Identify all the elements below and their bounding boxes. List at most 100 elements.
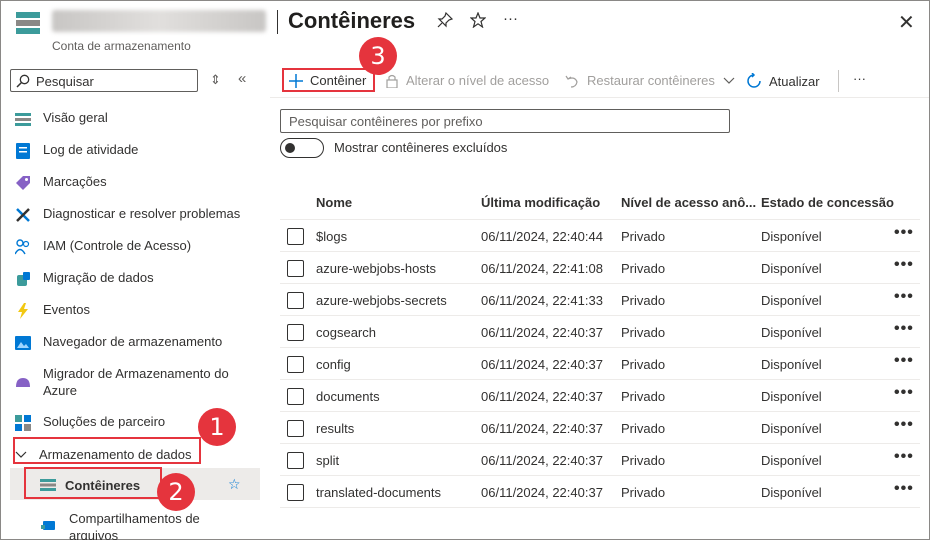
row-more-button[interactable]: ••• [894,256,914,274]
pin-icon[interactable] [437,11,454,32]
header-divider [277,10,278,34]
column-header-access-level[interactable]: Nível de acesso anô... [621,195,756,210]
row-more-button[interactable]: ••• [894,384,914,402]
column-header-last-modified[interactable]: Última modificação [481,195,600,210]
row-checkbox[interactable] [287,228,304,245]
favorite-star-icon[interactable]: ☆ [228,476,241,493]
row-checkbox[interactable] [287,356,304,373]
sidebar-item-activity-log[interactable]: Log de atividade [10,141,260,160]
sidebar-item-data-migration[interactable]: Migração de dados [10,269,260,288]
refresh-button[interactable]: Atualizar [746,73,820,89]
row-checkbox[interactable] [287,420,304,437]
lightning-icon [14,302,32,320]
cell-name[interactable]: translated-documents [316,485,441,500]
sidebar-item-diagnose[interactable]: Diagnosticar e resolver problemas [10,205,260,224]
row-checkbox[interactable] [287,292,304,309]
cell-name[interactable]: $logs [316,229,347,244]
sidebar-item-label: Diagnosticar e resolver problemas [43,206,241,221]
sidebar-item-file-shares[interactable]: Compartilhamentos de arquivos [36,510,206,540]
table-row[interactable]: config 06/11/2024, 22:40:37 Privado Disponí… [280,348,920,380]
container-prefix-search-input[interactable]: Pesquisar contêineres por prefixo [280,109,730,133]
sidebar-item-label: Migrador de Armazenamento do Azure [43,366,229,398]
cell-lease-state: Disponível [761,229,822,244]
cell-access-level: Privado [621,261,666,276]
storage-mover-icon [14,373,32,391]
cell-last-modified: 06/11/2024, 22:40:37 [481,453,603,468]
table-row[interactable]: results 06/11/2024, 22:40:37 Privado Dispon… [280,412,920,444]
redacted-account-name [52,10,266,32]
header-more-button[interactable]: ··· [503,10,518,27]
sidebar-item-storage-browser[interactable]: Navegador de armazenamento [10,333,260,352]
table-row[interactable]: cogsearch 06/11/2024, 22:40:37 Privado Disp… [280,316,920,348]
table-row[interactable]: azure-webjobs-hosts 06/11/2024, 22:41:08 P… [280,252,920,284]
cell-name[interactable]: documents [316,389,380,404]
row-more-button[interactable]: ••• [894,448,914,466]
callout-badge-1: 1 [198,408,236,446]
sidebar-item-tags[interactable]: Marcações [10,173,260,192]
row-more-button[interactable]: ••• [894,288,914,306]
storage-browser-icon [14,334,32,352]
star-icon[interactable] [469,11,487,32]
sidebar-item-iam[interactable]: IAM (Controle de Acesso) [10,237,260,256]
table-row[interactable]: $logs 06/11/2024, 22:40:44 Privado Disponív… [280,220,920,252]
table-row[interactable]: split 06/11/2024, 22:40:37 Privado Disponív… [280,444,920,476]
cell-name[interactable]: results [316,421,354,436]
cell-last-modified: 06/11/2024, 22:40:37 [481,357,603,372]
chevron-down-icon [723,77,735,85]
row-more-button[interactable]: ••• [894,480,914,498]
toolbar-more-button[interactable]: ··· [853,71,866,86]
cell-last-modified: 06/11/2024, 22:40:37 [481,325,603,340]
table-row[interactable]: documents 06/11/2024, 22:40:37 Privado Disp… [280,380,920,412]
search-icon [16,74,30,88]
cell-name[interactable]: split [316,453,339,468]
row-checkbox[interactable] [287,260,304,277]
refresh-label: Atualizar [769,73,820,89]
search-placeholder: Pesquisar [36,74,94,89]
sidebar-item-events[interactable]: Eventos [10,301,260,320]
column-header-name[interactable]: Nome [316,195,352,210]
restore-containers-button[interactable]: Restaurar contêineres [565,73,735,88]
row-more-button[interactable]: ••• [894,320,914,338]
add-container-label: Contêiner [310,73,367,88]
overview-icon [14,110,32,128]
table-row[interactable]: translated-documents 06/11/2024, 22:40:37… [280,476,920,508]
row-checkbox[interactable] [287,324,304,341]
cell-name[interactable]: azure-webjobs-secrets [316,293,447,308]
close-icon[interactable]: ✕ [898,10,915,35]
cell-name[interactable]: cogsearch [316,325,376,340]
cell-last-modified: 06/11/2024, 22:40:37 [481,421,603,436]
sidebar-item-storage-mover[interactable]: Migrador de Armazenamento do Azure [10,365,250,399]
cell-access-level: Privado [621,485,666,500]
row-more-button[interactable]: ••• [894,416,914,434]
show-deleted-toggle[interactable] [280,138,324,158]
row-more-button[interactable]: ••• [894,224,914,242]
cell-access-level: Privado [621,229,666,244]
collapse-sidebar-icon[interactable]: « [238,70,246,87]
cell-access-level: Privado [621,357,666,372]
row-checkbox[interactable] [287,388,304,405]
row-checkbox[interactable] [287,452,304,469]
cell-name[interactable]: azure-webjobs-hosts [316,261,436,276]
row-more-button[interactable]: ••• [894,352,914,370]
row-checkbox[interactable] [287,484,304,501]
refresh-icon [746,73,762,89]
toolbar-divider [838,70,839,92]
restore-containers-label: Restaurar contêineres [587,73,715,88]
cell-name[interactable]: config [316,357,351,372]
activity-log-icon [14,142,32,160]
change-access-level-button[interactable]: Alterar o nível de acesso [386,73,549,88]
wrench-icon [14,206,32,224]
cell-last-modified: 06/11/2024, 22:41:33 [481,293,603,308]
add-container-button[interactable]: Contêiner [289,73,366,88]
people-icon [14,238,32,256]
partner-icon [14,414,32,432]
sidebar-item-overview[interactable]: Visão geral [10,109,260,128]
lock-icon [386,74,398,88]
table-row[interactable]: azure-webjobs-secrets 06/11/2024, 22:41:3… [280,284,920,316]
sort-updown-icon[interactable]: ⇕ [210,72,221,88]
tag-icon [14,174,32,192]
sidebar-item-label: IAM (Controle de Acesso) [43,238,192,253]
sidebar-search-input[interactable]: Pesquisar [10,69,198,92]
column-header-lease-state[interactable]: Estado de concessão [761,195,894,210]
sidebar-item-label: Marcações [43,174,107,189]
